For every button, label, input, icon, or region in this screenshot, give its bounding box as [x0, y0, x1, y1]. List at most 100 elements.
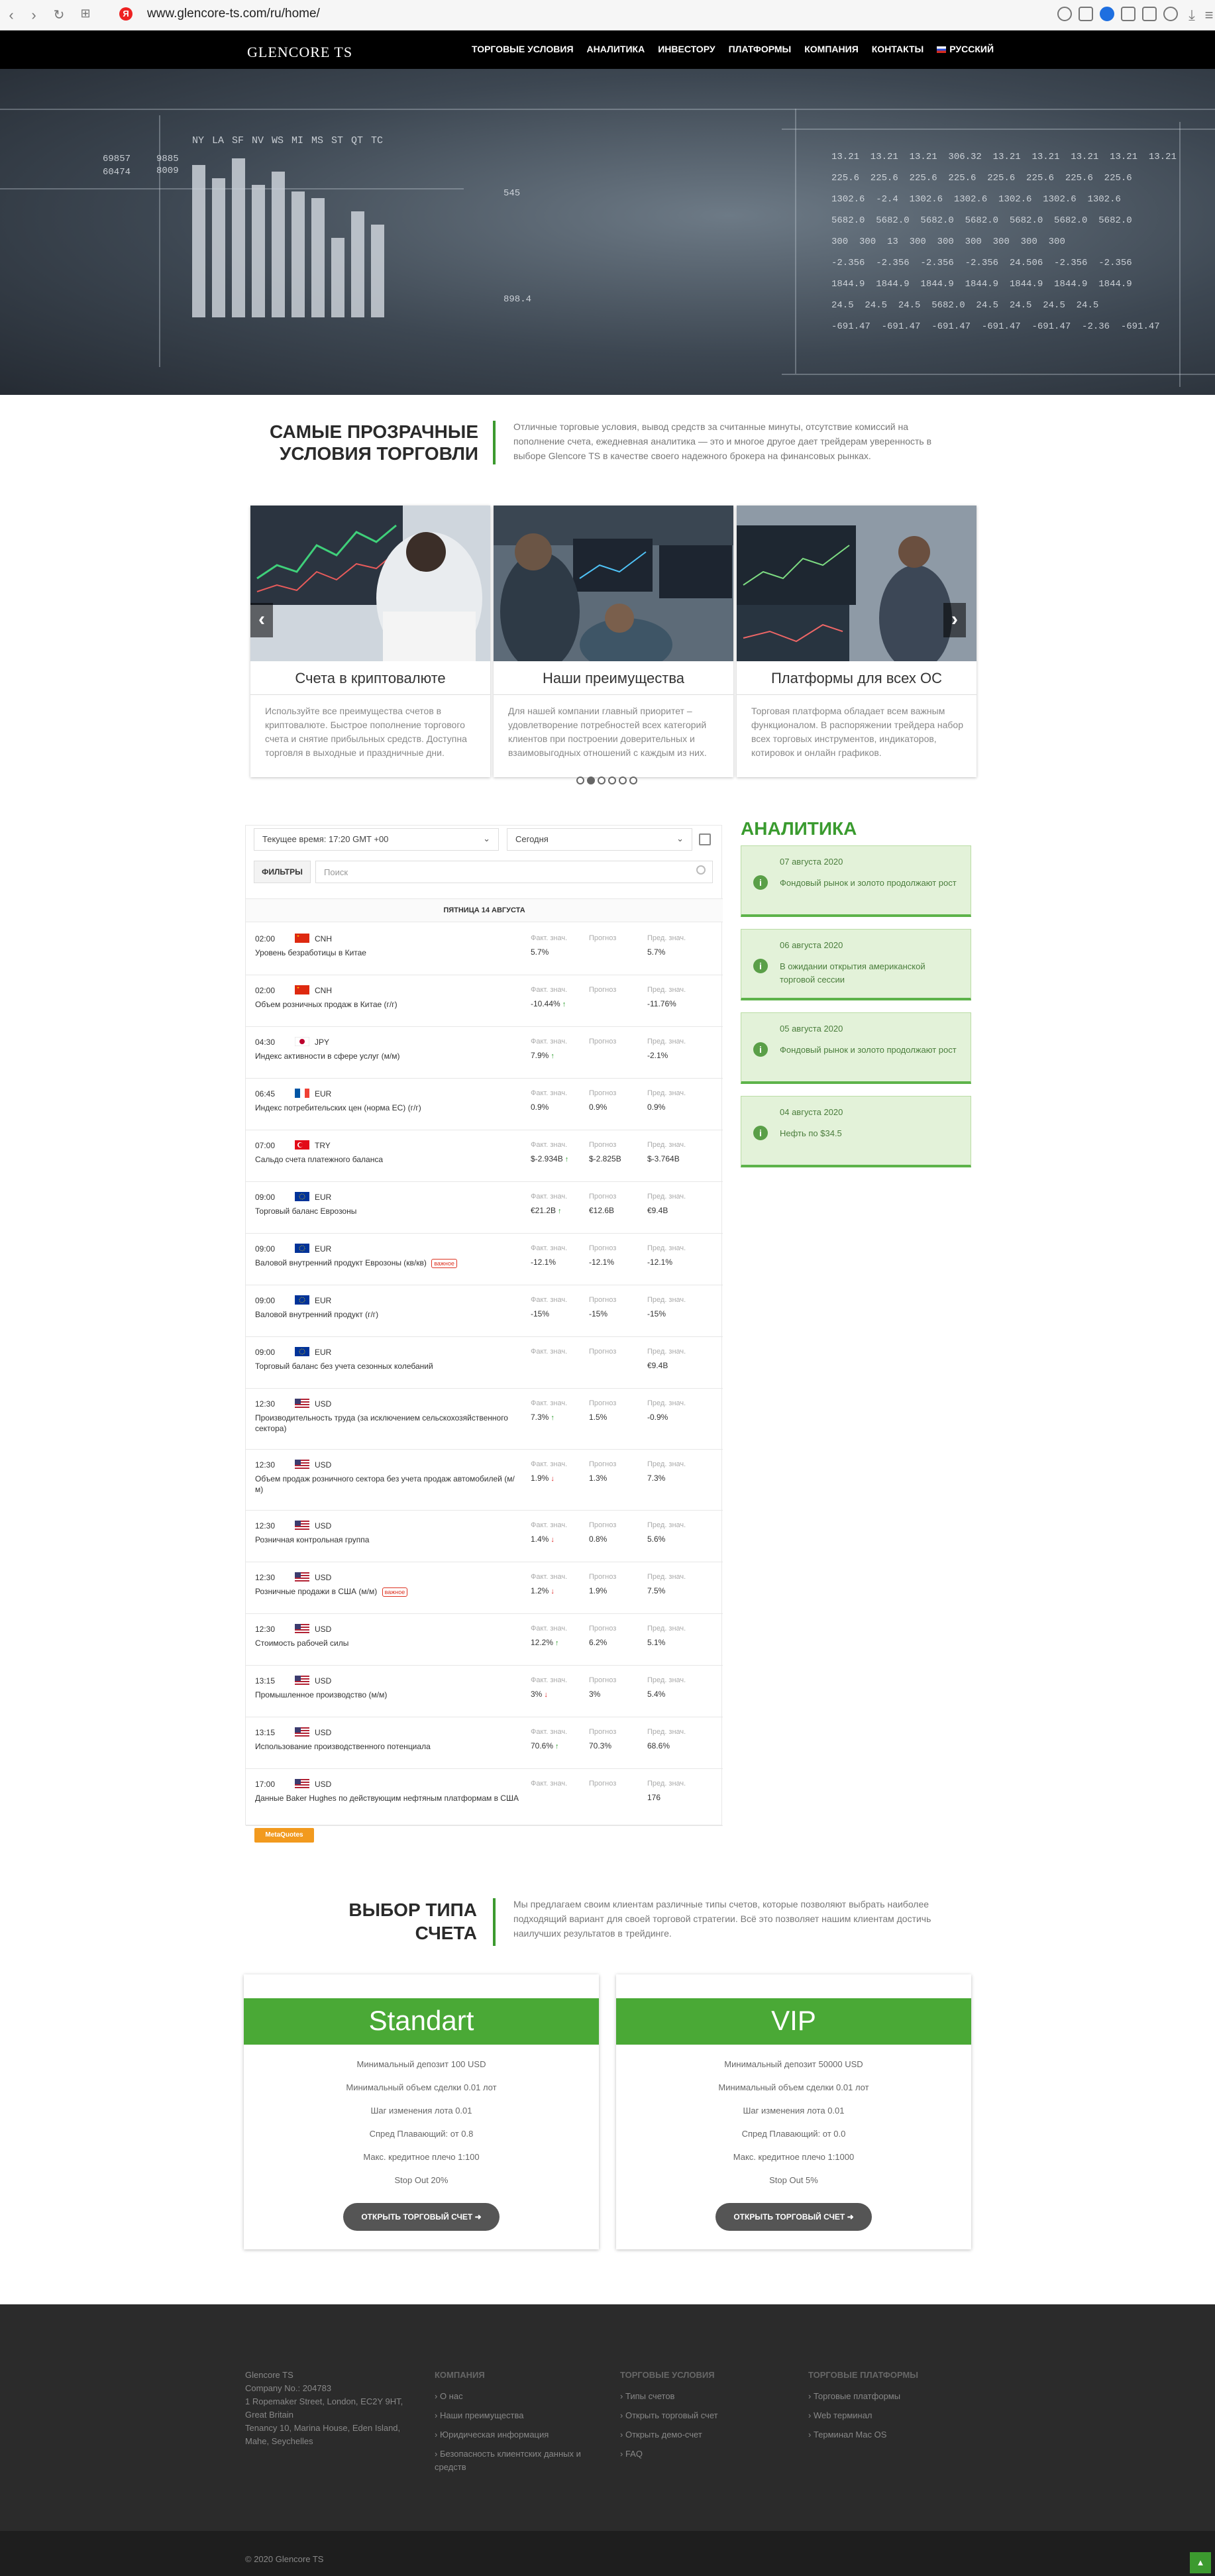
date-select[interactable]: Сегодня ⌄ — [507, 828, 692, 851]
language-switcher[interactable]: РУССКИЙ — [937, 44, 994, 54]
account-feature: Спред Плавающий: от 0.8 — [369, 2129, 474, 2139]
open-account-button[interactable]: ОТКРЫТЬ ТОРГОВЫЙ СЧЕТ ➜ — [343, 2203, 500, 2231]
extension-icon[interactable] — [1142, 7, 1157, 21]
arrow-right-circle-icon: ➜ — [847, 2212, 854, 2222]
event-row[interactable]: 06:45 EUR Индекс потребительских цен (норм… — [246, 1079, 723, 1130]
calendar-icon[interactable] — [699, 833, 711, 845]
event-row[interactable]: 12:30 USD Производительность труда (за иск… — [246, 1389, 723, 1450]
analytics-date: 07 августа 2020 — [780, 857, 843, 867]
calendar-search-input[interactable]: Поиск — [315, 861, 713, 883]
slider-next-arrow-icon[interactable]: › — [943, 603, 966, 637]
filters-button[interactable]: ФИЛЬТРЫ — [254, 861, 311, 883]
slide-card-advantages[interactable]: Наши преимущества Для нашей компании гла… — [494, 506, 733, 777]
shield-icon[interactable] — [1100, 7, 1114, 21]
analytics-text[interactable]: Нефть по $34.5 — [780, 1127, 959, 1140]
bookmark-icon[interactable] — [1121, 7, 1136, 21]
event-row[interactable]: 12:30 USD Объем продаж розничного сектора … — [246, 1450, 723, 1511]
footer-link[interactable]: › Торговые платформы — [808, 2390, 980, 2403]
menu-item-analytics[interactable]: АНАЛИТИКА — [587, 44, 645, 54]
search-icon — [696, 865, 706, 875]
footer-link[interactable]: › Типы счетов — [620, 2390, 792, 2403]
analytics-item[interactable]: i 07 августа 2020 Фондовый рынок и золото … — [741, 845, 971, 917]
search-icon[interactable] — [1057, 7, 1072, 21]
footer-link[interactable]: › FAQ — [620, 2447, 792, 2461]
slider-prev-arrow-icon[interactable]: ‹ — [250, 603, 273, 637]
previous-value: 5.4% — [647, 1690, 666, 1699]
slider-dot[interactable] — [608, 777, 616, 784]
analytics-item[interactable]: i 05 августа 2020 Фондовый рынок и золото … — [741, 1012, 971, 1084]
account-name: VIP — [616, 1998, 971, 2045]
event-row[interactable]: 07:00 TRY Сальдо счета платежного баланса Ф… — [246, 1130, 723, 1182]
site-logo[interactable]: GLENCORE TS — [247, 44, 352, 61]
event-row[interactable]: 09:00 EUR Торговый баланс без учета сезонн… — [246, 1337, 723, 1389]
download-icon[interactable]: ⤓ — [1183, 7, 1200, 24]
actual-value: 70.6% ↑ — [531, 1741, 559, 1750]
menu-item-contacts[interactable]: КОНТАКТЫ — [872, 44, 924, 54]
timezone-select[interactable]: Текущее время: 17:20 GMT +00 ⌄ — [254, 828, 499, 851]
event-row[interactable]: 09:00 EUR Валовой внутренний продукт Евроз… — [246, 1234, 723, 1285]
previous-value: 0.9% — [647, 1102, 666, 1112]
footer-link[interactable]: › Терминал Mac OS — [808, 2428, 980, 2442]
event-row[interactable]: 13:15 USD Использование производственного … — [246, 1717, 723, 1769]
event-row[interactable]: 13:15 USD Промышленное производство (м/м) Ф… — [246, 1666, 723, 1717]
forecast-label: Прогноз — [589, 1399, 617, 1407]
event-row[interactable]: 09:00 EUR Торговый баланс Еврозоны Факт. зн… — [246, 1182, 723, 1234]
actual-value: 5.7% — [531, 947, 549, 957]
event-row[interactable]: 02:00 CNH Уровень безработицы в Китае Факт.… — [246, 924, 723, 975]
slider-dot[interactable] — [598, 777, 606, 784]
menu-item-investor[interactable]: ИНВЕСТОРУ — [658, 44, 715, 54]
menu-item-platforms[interactable]: ПЛАТФОРМЫ — [729, 44, 792, 54]
footer-link[interactable]: › Web терминал — [808, 2409, 980, 2422]
settings-icon[interactable] — [1163, 7, 1178, 21]
address-bar[interactable]: www.glencore-ts.com/ru/home/ — [147, 7, 320, 21]
slider-dot[interactable] — [619, 777, 627, 784]
reload-icon[interactable]: ↻ — [50, 7, 68, 23]
footer-link[interactable]: › Наши преимущества — [435, 2409, 607, 2422]
event-row[interactable]: 02:00 CNH Объем розничных продаж в Китае (… — [246, 975, 723, 1027]
actual-value: 0.9% — [531, 1102, 549, 1112]
hero-bar — [351, 211, 364, 317]
analytics-text[interactable]: Фондовый рынок и золото продолжают рост — [780, 877, 959, 890]
cn-flag-icon — [295, 934, 309, 943]
event-row[interactable]: 12:30 USD Стоимость рабочей силы Факт. знач… — [246, 1614, 723, 1666]
day-header: ПЯТНИЦА 14 АВГУСТА — [246, 898, 723, 922]
analytics-item[interactable]: i 06 августа 2020 В ожидании открытия амер… — [741, 929, 971, 1000]
event-row[interactable]: 09:00 EUR Валовой внутренний продукт (г/г)… — [246, 1285, 723, 1337]
footer-link[interactable]: › Открыть демо-счет — [620, 2428, 792, 2442]
slider-dot[interactable] — [629, 777, 637, 784]
footer-link[interactable]: › Открыть торговый счет — [620, 2409, 792, 2422]
event-row[interactable]: 12:30 USD Розничная контрольная группа Факт… — [246, 1511, 723, 1562]
hero-number: 69857 — [103, 154, 131, 164]
analytics-item[interactable]: i 04 августа 2020 Нефть по $34.5 — [741, 1096, 971, 1167]
event-row[interactable]: 04:30 JPY Индекс активности в сфере услуг … — [246, 1027, 723, 1079]
event-row[interactable]: 17:00 USD Данные Baker Hughes по действующ… — [246, 1769, 723, 1826]
hero-bar — [252, 185, 265, 317]
slide-card-crypto[interactable]: Счета в криптовалюте Используйте все пре… — [250, 506, 490, 777]
open-account-button[interactable]: ОТКРЫТЬ ТОРГОВЫЙ СЧЕТ ➜ — [715, 2203, 872, 2231]
account-feature: Минимальный депозит 100 USD — [356, 2059, 486, 2069]
tabs-grid-icon[interactable]: ⊞ — [77, 7, 94, 21]
footer-company-info: Glencore TS Company No.: 204783 1 Ropema… — [245, 2370, 403, 2446]
metaquotes-badge[interactable]: MetaQuotes — [254, 1828, 314, 1843]
footer-link[interactable]: › Юридическая информация — [435, 2428, 607, 2442]
menu-item-company[interactable]: КОМПАНИЯ — [804, 44, 859, 54]
menu-icon[interactable]: ≡ — [1200, 7, 1215, 24]
event-row[interactable]: 12:30 USD Розничные продажи в США (м/м) ва… — [246, 1562, 723, 1614]
analytics-text[interactable]: В ожидании открытия американской торгово… — [780, 960, 959, 987]
forecast-value: 3% — [589, 1690, 601, 1699]
back-icon[interactable]: ‹ — [3, 7, 20, 24]
slider-dot-active[interactable] — [587, 777, 595, 784]
slider-dot[interactable] — [576, 777, 584, 784]
footer-link[interactable]: › Безопасность клиентских данных и средс… — [435, 2447, 607, 2474]
footer-link[interactable]: › О нас — [435, 2390, 607, 2403]
event-time: 02:00 — [255, 986, 276, 995]
scroll-top-button[interactable]: ▲ — [1190, 2552, 1211, 2573]
account-feature: Спред Плавающий: от 0.0 — [741, 2129, 846, 2139]
analytics-text[interactable]: Фондовый рынок и золото продолжают рост — [780, 1044, 959, 1057]
forward-icon[interactable]: › — [25, 7, 42, 24]
camera-icon[interactable] — [1079, 7, 1093, 21]
previous-value: -2.1% — [647, 1051, 668, 1060]
menu-item-trading-conditions[interactable]: ТОРГОВЫЕ УСЛОВИЯ — [472, 44, 574, 54]
account-feature: Шаг изменения лота 0.01 — [743, 2106, 845, 2116]
slide-card-platforms[interactable]: Платформы для всех ОС Торговая платформа… — [737, 506, 977, 777]
